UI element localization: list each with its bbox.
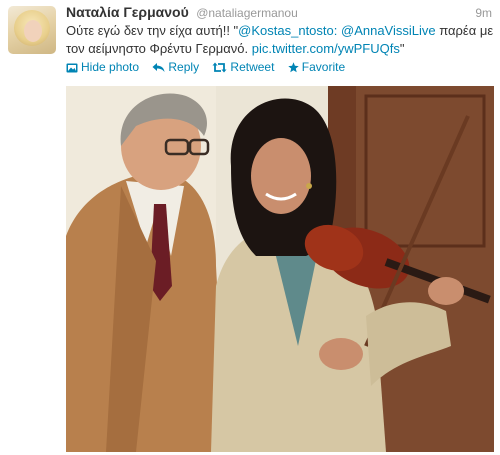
favorite-label: Favorite [301, 60, 346, 74]
woman-hand [428, 277, 464, 305]
avatar-face [24, 20, 42, 42]
tweet: Ναταλία Γερμανού @nataliagermanou 9m Ούτ… [0, 0, 500, 455]
avatar[interactable] [8, 6, 56, 54]
woman-face [251, 138, 311, 214]
photo-icon [66, 63, 78, 73]
woman-earring [306, 183, 312, 189]
mention-annavissilive[interactable]: @AnnaVissiLive [341, 23, 436, 38]
pic-link[interactable]: pic.twitter.com/ywPFUQfs [252, 41, 400, 56]
mention-colon: : [333, 23, 341, 38]
reply-button[interactable]: Reply [152, 60, 199, 74]
username[interactable]: @nataliagermanou [196, 6, 298, 20]
star-icon [288, 62, 299, 73]
photo-illustration [66, 86, 494, 452]
timestamp[interactable]: 9m [475, 6, 492, 20]
full-name[interactable]: Ναταλία Γερμανού [66, 4, 189, 20]
retweet-label: Retweet [230, 60, 275, 74]
tweet-text: Ούτε εγώ δεν την είχα αυτή!! "@Kostas_nt… [66, 22, 494, 58]
tweet-photo[interactable] [66, 86, 494, 452]
reply-icon [152, 63, 165, 72]
favorite-button[interactable]: Favorite [288, 60, 345, 74]
tweet-text-suffix: " [399, 41, 405, 56]
retweet-button[interactable]: Retweet [212, 60, 274, 74]
hide-photo-label: Hide photo [81, 60, 140, 74]
woman-hand-2 [319, 338, 363, 370]
retweet-icon [212, 62, 227, 73]
mention-kostas-ntosto[interactable]: @Kostas_ntosto [238, 23, 334, 38]
tweet-header: Ναταλία Γερμανού @nataliagermanou 9m [66, 4, 492, 22]
tweet-actions: Hide photo Reply Retweet Favorite [66, 60, 355, 78]
tweet-text-prefix: Ούτε εγώ δεν την είχα αυτή!! " [66, 23, 239, 38]
reply-label: Reply [168, 60, 200, 74]
hide-photo-button[interactable]: Hide photo [66, 60, 139, 74]
